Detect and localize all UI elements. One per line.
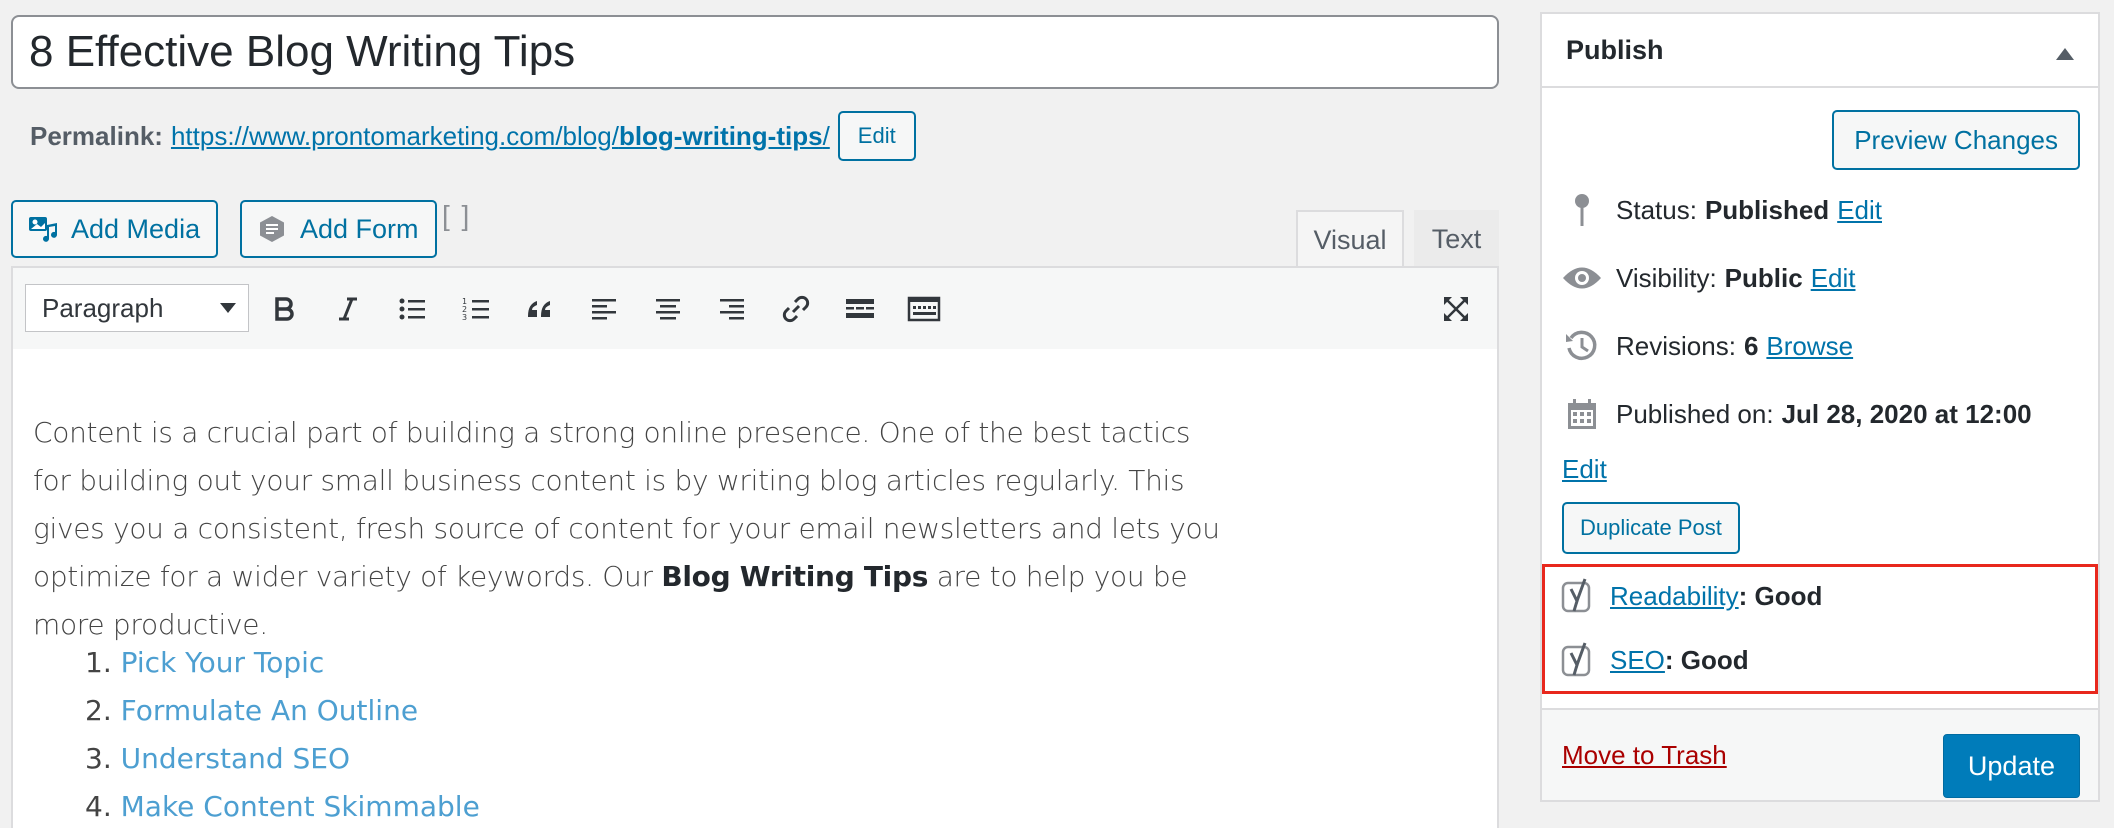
editor-toolbar: Paragraph 123 [11,266,1499,350]
post-title-input[interactable]: 8 Effective Blog Writing Tips [11,15,1499,89]
list-item-link[interactable]: Understand SEO [121,742,350,775]
move-to-trash-link[interactable]: Move to Trash [1562,740,1727,771]
list-item: 4. Make Content Skimmable [85,790,480,823]
publish-actions: Move to Trash Update [1542,708,2098,800]
permalink-label: Permalink: [30,120,163,151]
calendar-icon [1560,394,1604,434]
add-form-label: Add Form [300,213,419,244]
numbered-list-icon[interactable]: 123 [455,288,497,330]
yoast-highlight-box [1542,564,2098,694]
blockquote-icon[interactable] [519,288,561,330]
bold-icon[interactable] [263,288,305,330]
visibility-row: Visibility: Public Edit [1560,258,1856,298]
permalink-row: Permalink: https://www.prontomarketing.c… [30,111,916,161]
fullscreen-icon[interactable] [1435,288,1477,330]
align-right-icon[interactable] [711,288,753,330]
add-form-button[interactable]: Add Form [240,200,437,258]
eye-icon [1560,258,1604,298]
revisions-row: Revisions: 6 Browse [1560,326,1853,366]
permalink-link[interactable]: https://www.prontomarketing.com/blog/blo… [171,121,830,152]
intro-paragraph: Content is a crucial part of building a … [33,416,1220,641]
add-media-button[interactable]: Add Media [11,200,219,258]
read-more-icon[interactable] [839,288,881,330]
shortcode-icon[interactable]: [ ] [442,200,471,232]
publish-box-title: Publish [1566,34,1664,65]
update-button[interactable]: Update [1942,734,2080,798]
list-item-link[interactable]: Formulate An Outline [121,694,418,727]
browse-revisions-link[interactable]: Browse [1766,331,1853,362]
editor-content[interactable]: Content is a crucial part of building a … [11,349,1499,828]
align-left-icon[interactable] [583,288,625,330]
history-icon [1560,326,1604,366]
published-on-row: Published on: Jul 28, 2020 at 12:00 [1560,394,2032,434]
tab-visual[interactable]: Visual [1296,210,1404,268]
pin-icon [1560,190,1604,230]
status-row: Status: Published Edit [1560,190,1882,230]
list-item: 3. Understand SEO [85,742,351,775]
list-item: 1. Pick Your Topic [85,646,325,679]
italic-icon[interactable] [327,288,369,330]
published-edit-link[interactable]: Edit [1562,454,1607,485]
toolbar-toggle-icon[interactable] [903,288,945,330]
add-media-label: Add Media [71,213,201,244]
format-select-value: Paragraph [42,292,164,323]
svg-text:3: 3 [462,313,467,322]
list-item: 2. Formulate An Outline [85,694,419,727]
visibility-edit-link[interactable]: Edit [1811,263,1856,294]
list-item-link[interactable]: Pick Your Topic [121,646,325,679]
bullet-list-icon[interactable] [391,288,433,330]
chevron-up-icon[interactable] [2056,48,2074,60]
preview-changes-button[interactable]: Preview Changes [1832,110,2080,170]
tips-list: 1. Pick Your Topic 2. Formulate An Outli… [85,639,480,828]
tab-text[interactable]: Text [1414,210,1499,268]
status-edit-link[interactable]: Edit [1837,195,1882,226]
media-icon [27,213,59,245]
visibility-value: Public [1724,262,1803,293]
list-item-link[interactable]: Make Content Skimmable [121,790,480,823]
format-select[interactable]: Paragraph [25,284,249,332]
revisions-value: 6 [1743,330,1759,361]
permalink-edit-button[interactable]: Edit [837,111,916,161]
publish-box-header[interactable]: Publish [1542,14,2098,88]
published-value: Jul 28, 2020 at 12:00 [1781,398,2032,429]
link-icon[interactable] [775,288,817,330]
chevron-down-icon [220,303,236,313]
form-icon [256,213,288,245]
align-center-icon[interactable] [647,288,689,330]
status-value: Published [1704,194,1830,225]
duplicate-post-button[interactable]: Duplicate Post [1562,502,1740,554]
